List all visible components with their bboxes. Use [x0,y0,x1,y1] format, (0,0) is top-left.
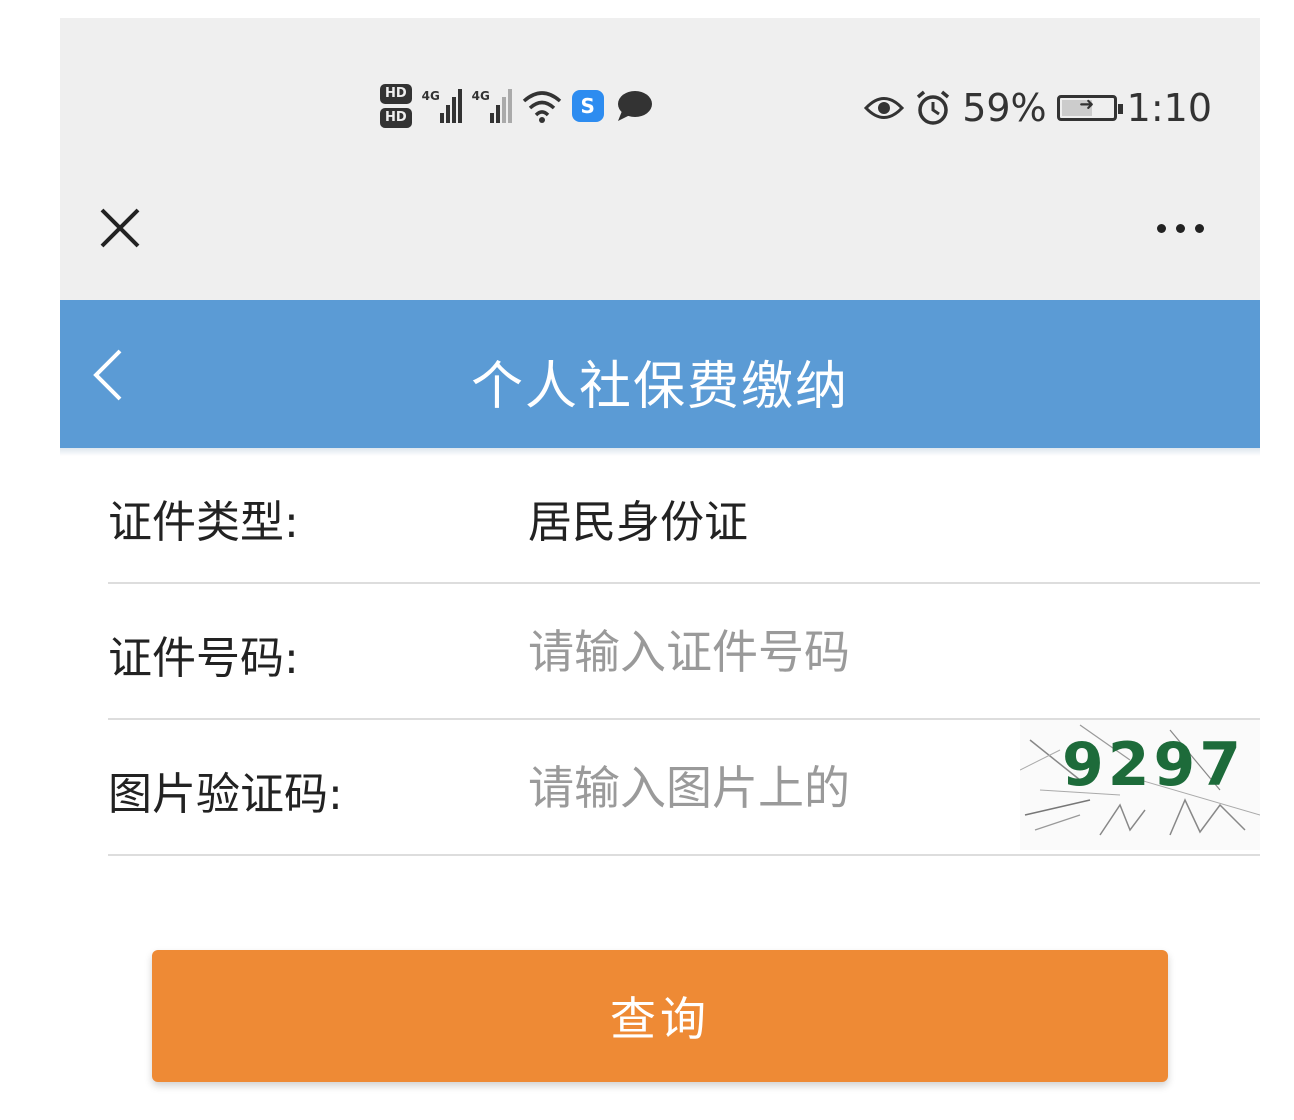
status-left-group: HD HD 4G 4G S [380,76,654,136]
page-header: 个人社保费缴纳 [60,300,1260,448]
hd-top-label: HD [380,84,412,104]
captcha-input[interactable] [528,748,900,828]
captcha-code: 9297 [1062,730,1245,800]
battery-icon: ➜ [1056,94,1123,121]
alarm-icon [917,90,950,125]
battery-percent: 59% [962,86,1047,130]
id-number-label: 证件号码: [108,633,299,684]
hd-icon: HD HD [380,84,412,128]
form-row-captcha: 图片验证码: 9297 [108,720,1260,856]
page-title: 个人社保费缴纳 [470,357,849,417]
query-button[interactable]: 查询 [152,950,1168,1082]
browser-toolbar [60,188,1260,300]
id-number-input[interactable] [528,612,1128,692]
wifi-icon [522,91,561,123]
signal-icon: 4G [422,89,462,123]
more-icon-dot [1156,223,1166,233]
close-button[interactable] [90,198,150,258]
captcha-image[interactable]: 9297 [1020,720,1260,850]
id-type-label: 证件类型: [108,497,299,548]
more-icon-dot [1175,223,1185,233]
eye-icon [864,97,905,119]
status-bar: HD HD 4G 4G S 59% ➜ 1:10 [60,18,1260,188]
clock-time: 1:10 [1126,86,1212,130]
form-row-id-number: 证件号码: [108,584,1260,720]
app-badge-icon: S [571,90,604,122]
more-icon-dot [1194,223,1204,233]
close-icon [100,208,140,248]
sim2-label: 4G [471,89,490,103]
phone-screen: HD HD 4G 4G S 59% ➜ 1:10 个人社保费缴纳 证件类型: 居… [60,18,1260,1108]
sim1-label: 4G [421,89,440,103]
id-type-select[interactable]: 居民身份证 [528,486,748,550]
form-row-id-type: 证件类型: 居民身份证 [108,448,1260,584]
chat-icon [617,91,652,121]
query-form: 证件类型: 居民身份证 证件号码: 图片验证码: [60,448,1260,856]
more-button[interactable] [1140,208,1220,248]
captcha-label: 图片验证码: [108,769,343,820]
signal-icon-2: 4G [472,89,512,123]
hd-bottom-label: HD [380,108,412,128]
status-right-group: 59% ➜ 1:10 [864,80,1212,136]
